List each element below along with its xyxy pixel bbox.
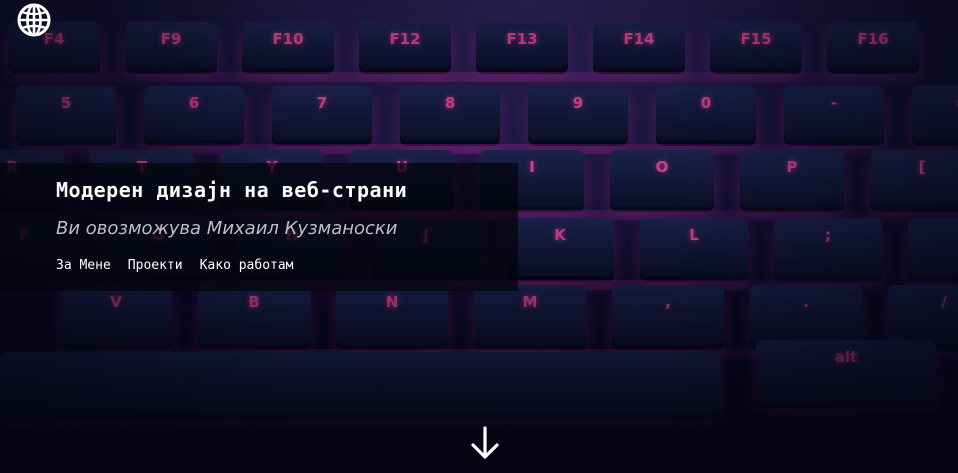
- page-title: Модерен дизајн на веб-страни: [56, 178, 408, 202]
- page-subtitle: Ви овозможува Михаил Кузманоски: [56, 218, 398, 239]
- arrow-down-icon: [471, 426, 499, 459]
- nav-link-how-we-work[interactable]: Како работам: [200, 258, 294, 273]
- globe-icon[interactable]: [15, 1, 53, 39]
- nav-link-about[interactable]: За Мене: [56, 258, 111, 273]
- globe-icon-graphic: [17, 3, 51, 37]
- scroll-down-button[interactable]: [466, 424, 504, 462]
- nav-link-projects[interactable]: Проекти: [128, 258, 183, 273]
- main-nav: За Мене Проекти Како работам: [56, 258, 294, 273]
